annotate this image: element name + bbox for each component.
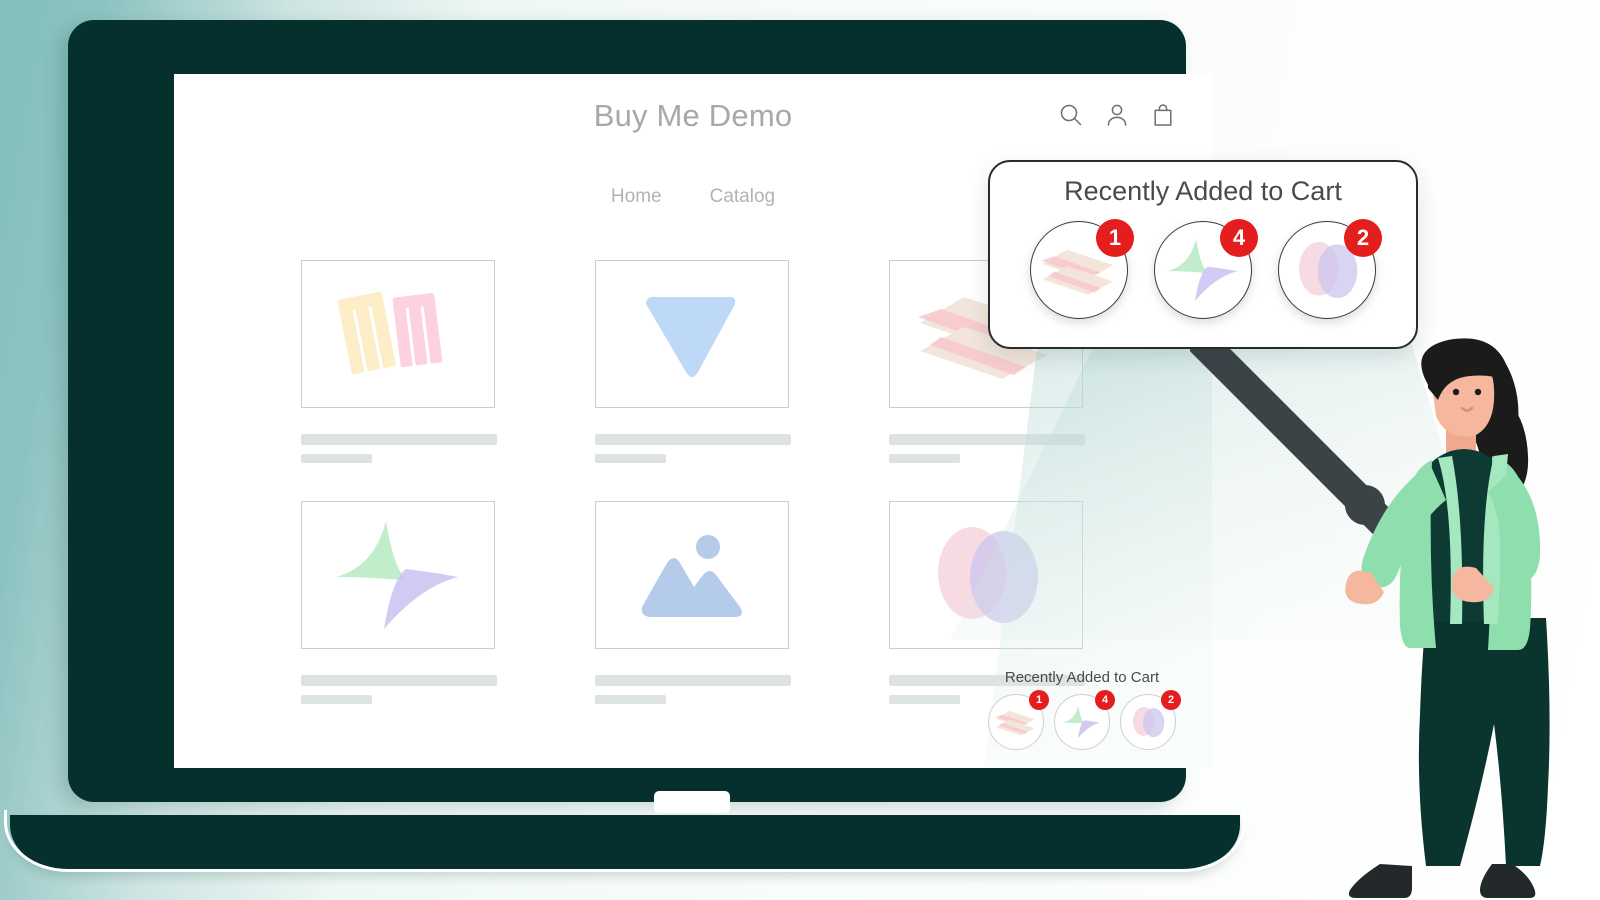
shoe-left xyxy=(1348,864,1412,898)
product-price-skeleton xyxy=(889,454,960,463)
cart-item-badge: 1 xyxy=(1029,690,1049,710)
product-price-skeleton xyxy=(889,695,960,704)
cart-widget-title: Recently Added to Cart xyxy=(1004,669,1160,686)
product-card[interactable] xyxy=(595,501,791,704)
product-price-skeleton xyxy=(301,454,372,463)
product-title-skeleton xyxy=(301,675,497,686)
cart-item-badge: 2 xyxy=(1161,690,1181,710)
product-title-skeleton xyxy=(301,434,497,445)
product-thumbnail xyxy=(595,501,789,649)
image-placeholder-icon xyxy=(641,535,742,617)
product-thumbnail xyxy=(301,260,495,408)
product-price-skeleton xyxy=(595,454,666,463)
search-icon[interactable] xyxy=(1058,102,1084,128)
product-thumbnail xyxy=(595,260,789,408)
product-card[interactable] xyxy=(301,501,497,704)
ribbons-yellow-pink-art xyxy=(337,291,443,374)
magnified-callout-panel: Recently Added to Cart 1 4 2 xyxy=(988,160,1418,349)
callout-item[interactable]: 1 xyxy=(1030,219,1134,319)
trousers xyxy=(1418,618,1550,866)
callout-title: Recently Added to Cart xyxy=(1064,176,1342,206)
product-title-skeleton xyxy=(889,434,1085,445)
person-illustration xyxy=(1345,338,1550,898)
product-title-skeleton xyxy=(595,675,791,686)
cart-widget-item[interactable]: 1 xyxy=(988,690,1049,750)
cart-widget-item[interactable]: 4 xyxy=(1054,690,1115,750)
product-price-skeleton xyxy=(301,695,372,704)
cart-item-badge: 4 xyxy=(1095,690,1115,710)
callout-item[interactable]: 2 xyxy=(1278,219,1382,319)
callout-item-badge: 1 xyxy=(1096,219,1134,257)
stacked-planes-pink-art xyxy=(995,710,1035,736)
product-card[interactable] xyxy=(301,260,497,463)
star-green-purple-art xyxy=(1063,705,1100,739)
laptop-lid: Buy Me Demo Home Catalog Recently Added … xyxy=(68,20,1212,813)
store-title: Buy Me Demo xyxy=(593,98,793,133)
ellipses-pink-purple-art xyxy=(938,527,1038,623)
nav-item-home[interactable]: Home xyxy=(611,186,662,208)
screenshot-root: Buy Me Demo Home Catalog Recently Added … xyxy=(0,0,1600,900)
product-thumbnail xyxy=(301,501,495,649)
cart-widget-item[interactable]: 2 xyxy=(1120,690,1181,750)
product-thumbnail xyxy=(889,501,1083,649)
header-icon-group xyxy=(1058,102,1176,128)
recently-added-to-cart-widget: Recently Added to Cart 1 4 2 xyxy=(976,669,1188,750)
nav-item-catalog[interactable]: Catalog xyxy=(710,186,776,208)
triangle-blue-art xyxy=(646,296,736,377)
product-title-skeleton xyxy=(595,434,791,445)
star-green-purple-art xyxy=(336,521,458,629)
shoe-right xyxy=(1480,864,1536,898)
callout-item[interactable]: 4 xyxy=(1154,219,1258,319)
callout-items: 1 4 2 xyxy=(990,219,1416,319)
product-card[interactable] xyxy=(595,260,791,463)
callout-item-badge: 2 xyxy=(1344,219,1382,257)
ellipses-pink-purple-art xyxy=(1132,706,1165,738)
callout-item-badge: 4 xyxy=(1220,219,1258,257)
shopping-bag-icon[interactable] xyxy=(1150,102,1176,128)
user-icon[interactable] xyxy=(1104,102,1130,128)
laptop-base xyxy=(4,810,1246,872)
product-price-skeleton xyxy=(595,695,666,704)
cart-widget-items: 1 4 2 xyxy=(976,690,1188,750)
